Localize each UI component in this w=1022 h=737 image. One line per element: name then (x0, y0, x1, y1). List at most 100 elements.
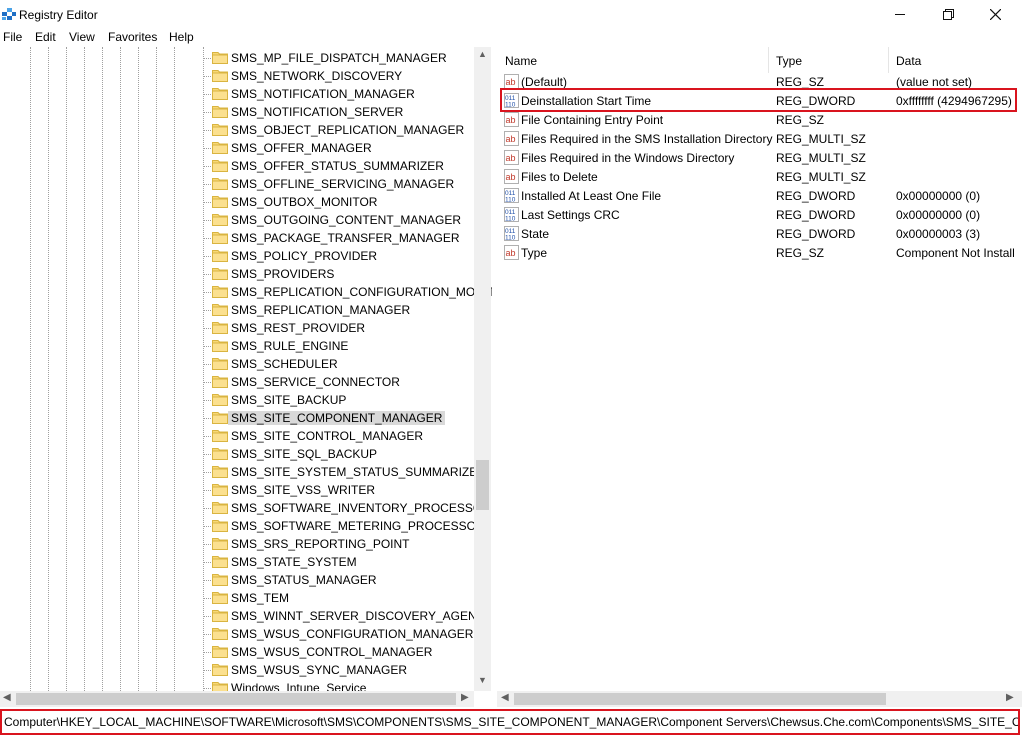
folder-icon (212, 610, 228, 622)
address-path[interactable]: Computer\HKEY_LOCAL_MACHINE\SOFTWARE\Mic… (4, 715, 1018, 729)
tree-item[interactable]: SMS_OFFER_STATUS_SUMMARIZER (203, 157, 488, 175)
tree-hscroll-thumb[interactable] (16, 693, 456, 705)
tree-item[interactable]: SMS_SOFTWARE_INVENTORY_PROCESSOR (203, 499, 491, 517)
tree-guide-line (48, 47, 49, 691)
tree-item[interactable]: SMS_SITE_VSS_WRITER (203, 481, 488, 499)
tree-vertical-scrollbar[interactable]: ▲ ▼ (474, 47, 491, 691)
folder-icon (212, 52, 228, 64)
tree-item[interactable]: SMS_SOFTWARE_METERING_PROCESSOR (203, 517, 488, 535)
list-row[interactable]: ab Files to Delete REG_MULTI_SZ (497, 167, 1022, 186)
tree-item[interactable]: SMS_OBJECT_REPLICATION_MANAGER (203, 121, 488, 139)
list-row[interactable]: 011 110 Installed At Least One File REG_DWO… (497, 186, 1022, 205)
scroll-left-arrow-icon[interactable]: ◀ (3, 692, 11, 703)
restore-button[interactable] (925, 0, 971, 30)
tree-connector (203, 472, 211, 473)
tree-item[interactable]: SMS_TEM (203, 589, 488, 607)
folder-icon (212, 592, 228, 604)
tree-item[interactable]: SMS_WINNT_SERVER_DISCOVERY_AGENT (203, 607, 488, 625)
value-type: REG_DWORD (776, 227, 856, 241)
tree-item[interactable]: SMS_STATE_SYSTEM (203, 553, 488, 571)
tree-item-label: SMS_SITE_SYSTEM_STATUS_SUMMARIZER (231, 465, 486, 479)
folder-icon (212, 682, 228, 691)
tree-item[interactable]: SMS_SITE_SYSTEM_STATUS_SUMMARIZER (203, 463, 488, 481)
tree-item[interactable]: SMS_SITE_CONTROL_MANAGER (203, 427, 488, 445)
column-header-name[interactable]: Name (497, 47, 769, 73)
tree-item-label: SMS_STATE_SYSTEM (231, 555, 357, 569)
tree-item[interactable]: SMS_WSUS_CONFIGURATION_MANAGER (203, 625, 488, 643)
tree-item[interactable]: SMS_SERVICE_CONNECTOR (203, 373, 488, 391)
tree-item[interactable]: SMS_NETWORK_DISCOVERY (203, 67, 488, 85)
scroll-left-arrow-icon[interactable]: ◀ (501, 692, 509, 703)
tree-item[interactable]: SMS_WSUS_SYNC_MANAGER (203, 661, 488, 679)
tree-connector (203, 130, 211, 131)
svg-text:ab: ab (506, 115, 516, 125)
tree-item[interactable]: SMS_SITE_BACKUP (203, 391, 488, 409)
close-button[interactable] (972, 0, 1018, 30)
tree-item-label: SMS_WSUS_SYNC_MANAGER (231, 663, 408, 677)
tree-connector (203, 382, 211, 383)
tree-connector (203, 256, 211, 257)
values-list[interactable]: Name Type Data ab (Default) REG_SZ (value n… (497, 47, 1022, 691)
tree-horizontal-scrollbar[interactable]: ◀ ▶ (0, 691, 474, 707)
tree-item[interactable]: SMS_NOTIFICATION_SERVER (203, 103, 488, 121)
scroll-right-arrow-icon[interactable]: ▶ (1006, 692, 1014, 703)
menu-edit[interactable]: Edit (35, 30, 56, 44)
tree-item[interactable]: SMS_REPLICATION_MANAGER (203, 301, 488, 319)
list-hscroll-thumb[interactable] (514, 693, 886, 705)
menu-file[interactable]: File (3, 30, 22, 44)
tree-item[interactable]: SMS_POLICY_PROVIDER (203, 247, 488, 265)
tree-item[interactable]: SMS_RULE_ENGINE (203, 337, 488, 355)
tree-item[interactable]: SMS_SITE_SQL_BACKUP (203, 445, 488, 463)
scroll-up-arrow-icon[interactable]: ▲ (478, 49, 487, 59)
tree-item[interactable]: SMS_NOTIFICATION_MANAGER (203, 85, 488, 103)
list-row[interactable]: 011 110 Last Settings CRC REG_DWORD 0x000000… (497, 205, 1022, 224)
menu-help[interactable]: Help (169, 30, 194, 44)
menu-view[interactable]: View (69, 30, 95, 44)
column-header-type[interactable]: Type (768, 47, 888, 73)
tree-item[interactable]: SMS_SRS_REPORTING_POINT (203, 535, 488, 553)
tree-item-label: SMS_REST_PROVIDER (231, 321, 366, 335)
tree-item[interactable]: SMS_SCHEDULER (203, 355, 488, 373)
address-bar[interactable]: Computer\HKEY_LOCAL_MACHINE\SOFTWARE\Mic… (0, 709, 1022, 737)
menu-favorites[interactable]: Favorites (108, 30, 157, 44)
value-type: REG_SZ (776, 75, 825, 89)
folder-icon (212, 574, 228, 586)
list-row[interactable]: ab Type REG_SZ Component Not Install (497, 243, 1022, 262)
list-row[interactable]: 011 110 State REG_DWORD 0x00000003 (3) (497, 224, 1022, 243)
tree-item[interactable]: SMS_PROVIDERS (203, 265, 488, 283)
folder-icon (212, 430, 228, 442)
tree-item[interactable]: SMS_MP_FILE_DISPATCH_MANAGER (203, 49, 488, 67)
tree-item[interactable]: SMS_OUTGOING_CONTENT_MANAGER (203, 211, 488, 229)
column-header-data[interactable]: Data (888, 47, 1022, 73)
binary-value-icon: 011110 (504, 188, 519, 203)
tree-item[interactable]: SMS_STATUS_MANAGER (203, 571, 488, 589)
value-type: REG_SZ (776, 246, 825, 260)
tree-connector (203, 328, 211, 329)
tree-item[interactable]: Windows_Intune_Service (203, 679, 488, 691)
list-row[interactable]: ab Files Required in the SMS Installation… (497, 129, 1022, 148)
tree-connector (203, 688, 211, 689)
tree-item-label: SMS_POLICY_PROVIDER (231, 249, 378, 263)
value-name: Type (521, 246, 548, 260)
scroll-right-arrow-icon[interactable]: ▶ (461, 692, 469, 703)
tree-scroll-thumb[interactable] (476, 460, 489, 510)
tree-item[interactable]: SMS_SITE_COMPONENT_MANAGER (203, 409, 488, 427)
tree-item[interactable]: SMS_REPLICATION_CONFIGURATION_MONITO (203, 283, 492, 301)
value-data: 0x00000003 (3) (896, 227, 981, 241)
list-horizontal-scrollbar[interactable]: ◀ ▶ (497, 691, 1022, 707)
tree-item[interactable]: SMS_OFFER_MANAGER (203, 139, 488, 157)
tree-item[interactable]: SMS_PACKAGE_TRANSFER_MANAGER (203, 229, 488, 247)
tree-item[interactable]: SMS_OUTBOX_MONITOR (203, 193, 488, 211)
scroll-down-arrow-icon[interactable]: ▼ (478, 675, 487, 685)
minimize-button[interactable] (877, 0, 923, 30)
tree-connector (203, 58, 211, 59)
tree-item[interactable]: SMS_REST_PROVIDER (203, 319, 488, 337)
list-row[interactable]: ab File Containing Entry Point REG_SZ (497, 110, 1022, 129)
folder-icon (212, 106, 228, 118)
close-icon (989, 8, 1001, 21)
folder-icon (212, 322, 228, 334)
tree-item[interactable]: SMS_WSUS_CONTROL_MANAGER (203, 643, 488, 661)
list-row[interactable]: ab Files Required in the Windows Director… (497, 148, 1022, 167)
registry-tree[interactable]: SMS_MP_FILE_DISPATCH_MANAGER SMS_NETWORK_… (0, 47, 493, 691)
tree-item[interactable]: SMS_OFFLINE_SERVICING_MANAGER (203, 175, 488, 193)
